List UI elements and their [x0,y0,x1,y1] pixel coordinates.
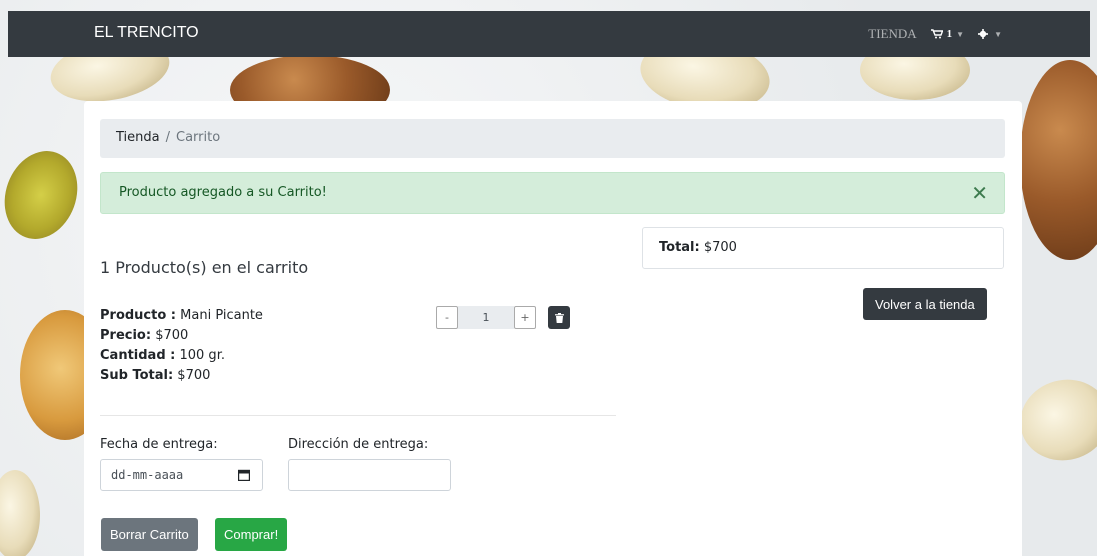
subtotal-value: $700 [173,368,211,383]
back-to-shop-button[interactable]: Volver a la tienda [863,288,987,320]
chevron-down-icon: ▼ [994,29,1002,39]
product-label: Producto : [100,308,177,323]
brand-logo[interactable]: EL TRENCITO [94,24,199,42]
price-value: $700 [151,328,189,343]
gear-icon [978,29,989,39]
cart-card: Tienda / Carrito Producto agregado a su Ca… [84,101,1022,556]
subtotal-label: Sub Total: [100,368,174,383]
delivery-date-placeholder: dd-mm-aaaa [111,468,184,482]
breadcrumb-separator: / [165,130,170,145]
qty-increment-button[interactable]: + [514,306,536,329]
success-alert: Producto agregado a su Carrito! ✕ [100,172,1005,214]
breadcrumb: Tienda / Carrito [100,119,1005,158]
delivery-address-label: Dirección de entrega: [288,437,429,452]
close-icon[interactable]: ✕ [971,181,988,205]
alert-message: Producto agregado a su Carrito! [119,185,327,200]
settings-dropdown[interactable]: ▼ [978,29,1002,39]
delivery-date-label: Fecha de entrega: [100,437,218,452]
delivery-address-input[interactable] [288,459,451,491]
quantity-value: 100 gr. [175,348,225,363]
cart-icon [930,29,943,39]
delete-item-button[interactable] [548,306,570,329]
cart-count-heading: 1 Producto(s) en el carrito [100,258,309,277]
delivery-date-input[interactable]: dd-mm-aaaa [100,459,263,491]
product-value: Mani Picante [176,308,263,323]
quantity-label: Cantidad : [100,348,176,363]
total-box: Total: $700 [642,227,1004,269]
qty-decrement-button[interactable]: - [436,306,458,329]
nav-link-shop[interactable]: TIENDA [868,26,916,42]
cart-dropdown[interactable]: 1 ▼ [930,28,965,40]
divider [100,415,616,416]
quantity-stepper: - 1 + [436,306,570,329]
total-value: $700 [699,240,737,255]
clear-cart-button[interactable]: Borrar Carrito [101,518,198,551]
cart-item-details: Producto : Mani Picante Precio: $700 Can… [100,306,263,386]
cart-count-badge: 1 [946,28,953,40]
trash-icon [554,312,564,323]
breadcrumb-current: Carrito [176,130,221,145]
chevron-down-icon: ▼ [956,29,965,39]
breadcrumb-link-shop[interactable]: Tienda [116,130,160,145]
price-label: Precio: [100,328,152,343]
navbar-right: TIENDA 1 ▼ ▼ [868,26,1002,42]
navbar: EL TRENCITO TIENDA 1 ▼ ▼ [8,11,1090,57]
qty-input[interactable]: 1 [458,306,514,329]
buy-button[interactable]: Comprar! [215,518,288,551]
calendar-icon[interactable] [238,469,250,481]
total-label: Total: [659,240,700,255]
